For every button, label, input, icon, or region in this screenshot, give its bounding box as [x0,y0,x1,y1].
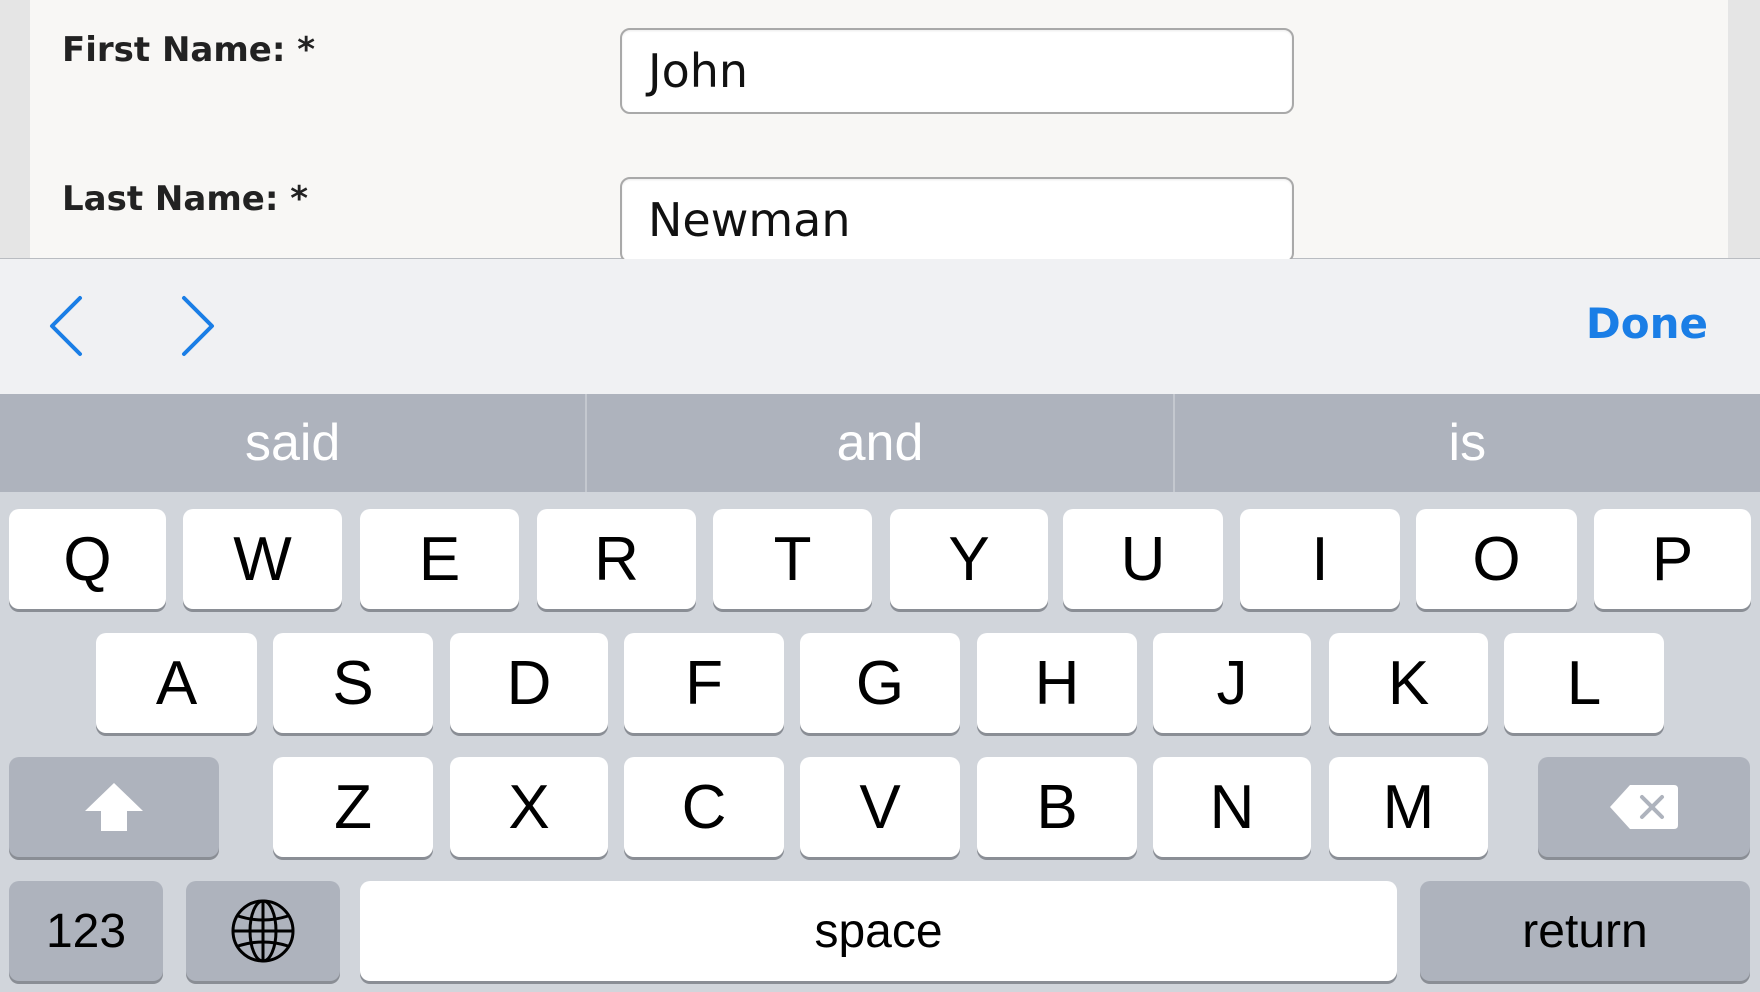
suggestion-item[interactable]: said [0,394,588,492]
key-h[interactable]: H [977,633,1137,733]
key-w[interactable]: W [183,509,342,609]
return-key[interactable]: return [1420,881,1750,981]
key-u[interactable]: U [1063,509,1223,609]
key-k[interactable]: K [1329,633,1488,733]
key-j[interactable]: J [1153,633,1311,733]
last-name-label: Last Name: * [62,179,309,219]
done-button[interactable]: Done [1586,299,1708,348]
key-a[interactable]: A [96,633,257,733]
key-d[interactable]: D [450,633,608,733]
backspace-icon [1610,785,1678,829]
form-area: First Name: * John Last Name: * Newman [0,0,1760,263]
suggestion-item[interactable]: and [587,394,1175,492]
first-name-label: First Name: * [62,30,316,70]
key-n[interactable]: N [1153,757,1311,857]
onscreen-keyboard: Q W E R T Y U I O P A S D F G H J K L Z … [0,492,1760,992]
key-e[interactable]: E [360,509,519,609]
globe-key[interactable] [186,881,340,981]
previous-field-button[interactable] [36,291,96,361]
chevron-right-icon [182,296,214,356]
delete-key[interactable] [1538,757,1750,857]
predictive-text-bar: said and is [0,394,1760,492]
key-q[interactable]: Q [9,509,166,609]
numbers-key[interactable]: 123 [9,881,163,981]
key-l[interactable]: L [1504,633,1664,733]
key-b[interactable]: B [977,757,1137,857]
key-v[interactable]: V [800,757,960,857]
next-field-button[interactable] [168,291,228,361]
globe-icon [231,899,295,963]
key-r[interactable]: R [537,509,696,609]
key-t[interactable]: T [713,509,872,609]
first-name-field[interactable]: John [620,28,1294,114]
last-name-field[interactable]: Newman [620,177,1294,263]
key-p[interactable]: P [1594,509,1751,609]
key-o[interactable]: O [1416,509,1577,609]
key-x[interactable]: X [450,757,608,857]
key-c[interactable]: C [624,757,784,857]
key-g[interactable]: G [800,633,960,733]
keyboard-accessory-toolbar: Done [0,259,1760,394]
key-i[interactable]: I [1240,509,1400,609]
key-s[interactable]: S [273,633,433,733]
chevron-left-icon [50,296,82,356]
space-key[interactable]: space [360,881,1397,981]
shift-arrow-icon [85,783,143,831]
key-f[interactable]: F [624,633,784,733]
suggestion-item[interactable]: is [1175,394,1760,492]
key-z[interactable]: Z [273,757,433,857]
key-y[interactable]: Y [890,509,1048,609]
shift-key[interactable] [9,757,219,857]
key-m[interactable]: M [1329,757,1488,857]
